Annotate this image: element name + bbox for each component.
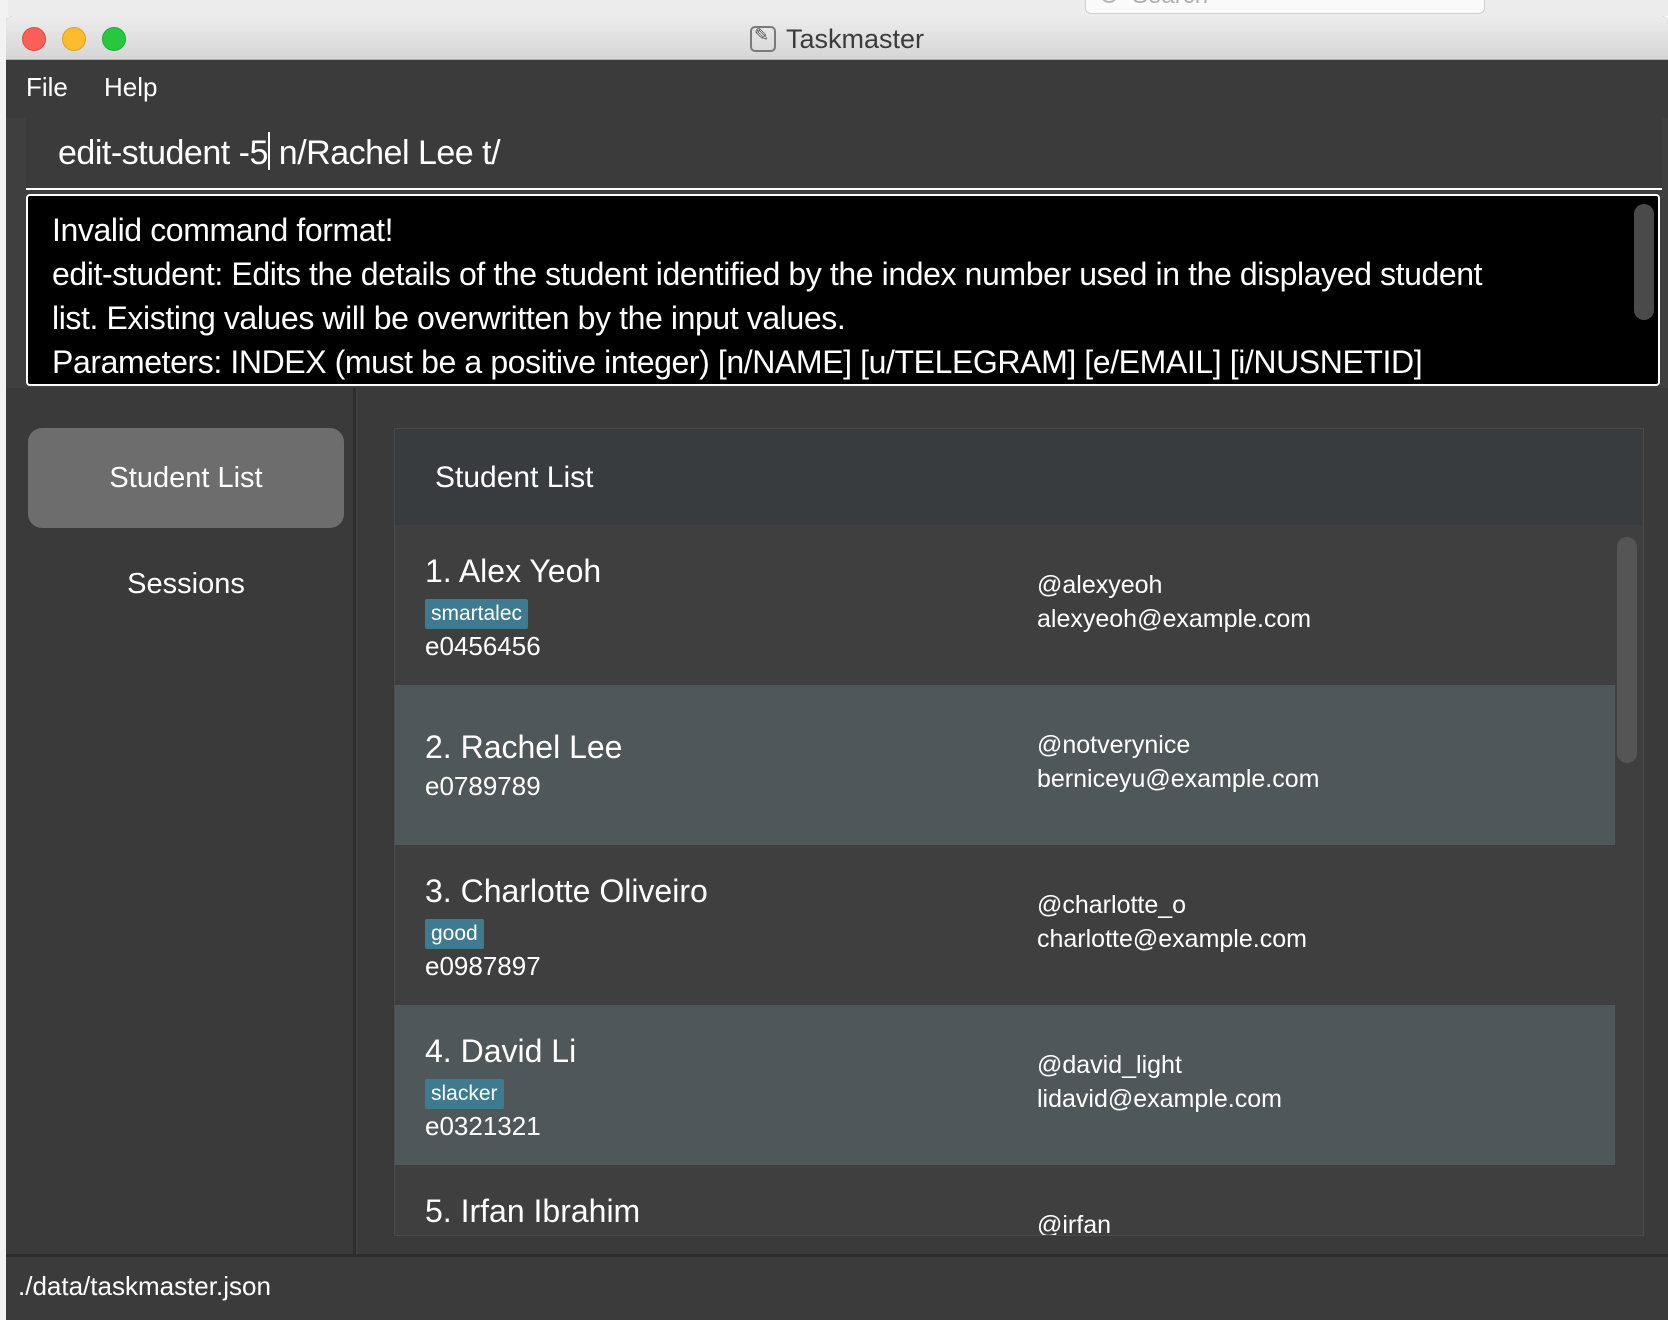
student-name: 3. Charlotte Oliveiro: [425, 873, 708, 909]
command-text-before-caret: edit-student -5: [58, 134, 268, 172]
student-telegram: @irfan: [1037, 1211, 1112, 1236]
result-display[interactable]: Invalid command format! edit-student: Ed…: [26, 194, 1660, 386]
student-list: 1. Alex Yeoh smartalec e0456456 @alexyeo…: [395, 525, 1615, 1236]
student-card[interactable]: 3. Charlotte Oliveiro good e0987897 @cha…: [395, 845, 1615, 1005]
student-card[interactable]: 2. Rachel Lee e0789789 @notverynice bern…: [395, 685, 1615, 845]
menu-help[interactable]: Help: [104, 72, 157, 103]
window-title-container: Taskmaster: [6, 24, 1668, 55]
sidebar-item-student-list[interactable]: Student List: [28, 428, 344, 528]
student-name: 5. Irfan Ibrahim: [425, 1193, 641, 1229]
result-line: edit-student: Edits the details of the s…: [52, 256, 1483, 336]
student-telegram: @notverynice: [1037, 731, 1191, 759]
student-tag: good: [425, 919, 484, 949]
sidebar: Student List Sessions: [6, 388, 356, 1254]
student-telegram: @david_light: [1037, 1051, 1182, 1079]
student-email: charlotte@example.com: [1037, 925, 1307, 953]
command-text[interactable]: edit-student -5 n/Rachel Lee t/: [58, 132, 501, 173]
data-file-path: ./data/taskmaster.json: [18, 1271, 271, 1301]
result-text: Invalid command format! edit-student: Ed…: [52, 208, 1522, 384]
list-header: Student List: [395, 429, 1643, 525]
title-bar[interactable]: Taskmaster: [6, 16, 1668, 60]
student-email: alexyeoh@example.com: [1037, 605, 1312, 633]
background-search-placeholder: Search: [1132, 0, 1208, 9]
command-input[interactable]: edit-student -5 n/Rachel Lee t/: [26, 118, 1662, 190]
student-telegram: @charlotte_o: [1037, 891, 1187, 919]
list-title: Student List: [435, 461, 594, 494]
student-telegram: @alexyeoh: [1037, 571, 1163, 599]
taskmaster-window: Taskmaster File Help edit-student -5 n/R…: [6, 16, 1668, 1320]
student-tag: smartalec: [425, 599, 529, 629]
student-nusnetid: e0456456: [425, 631, 541, 661]
main-panel: Student List 1. Alex Yeoh smartalec e045…: [358, 388, 1668, 1254]
student-name: 2. Rachel Lee: [425, 729, 623, 765]
result-line: Parameters: INDEX (must be a positive in…: [52, 344, 1423, 380]
student-card[interactable]: 5. Irfan Ibrahim @irfan: [395, 1165, 1615, 1236]
list-scrollbar[interactable]: [1617, 537, 1637, 763]
student-card[interactable]: 4. David Li slacker e0321321 @david_ligh…: [395, 1005, 1615, 1165]
student-name: 1. Alex Yeoh: [425, 553, 602, 589]
student-nusnetid: e0789789: [425, 771, 541, 801]
student-tag: slacker: [425, 1079, 504, 1109]
sidebar-item-sessions[interactable]: Sessions: [28, 534, 344, 634]
student-email: berniceyu@example.com: [1037, 765, 1320, 793]
taskmaster-app-icon: [749, 25, 776, 52]
student-nusnetid: e0987897: [425, 951, 541, 981]
student-list-panel: Student List 1. Alex Yeoh smartalec e045…: [394, 428, 1644, 1236]
student-name: 4. David Li: [425, 1033, 577, 1069]
search-icon: [1100, 0, 1118, 3]
student-email: lidavid@example.com: [1037, 1085, 1282, 1113]
result-scrollbar[interactable]: [1634, 204, 1654, 320]
command-text-after-caret: n/Rachel Lee t/: [269, 134, 501, 172]
student-nusnetid: e0321321: [425, 1111, 541, 1141]
menu-file[interactable]: File: [26, 72, 68, 103]
window-title: Taskmaster: [785, 24, 925, 54]
background-search-field: Search: [1085, 0, 1485, 14]
student-card[interactable]: 1. Alex Yeoh smartalec e0456456 @alexyeo…: [395, 525, 1615, 685]
result-line: Invalid command format!: [52, 212, 394, 248]
menu-bar: File Help: [6, 60, 1668, 118]
status-bar: ./data/taskmaster.json: [6, 1254, 1668, 1320]
